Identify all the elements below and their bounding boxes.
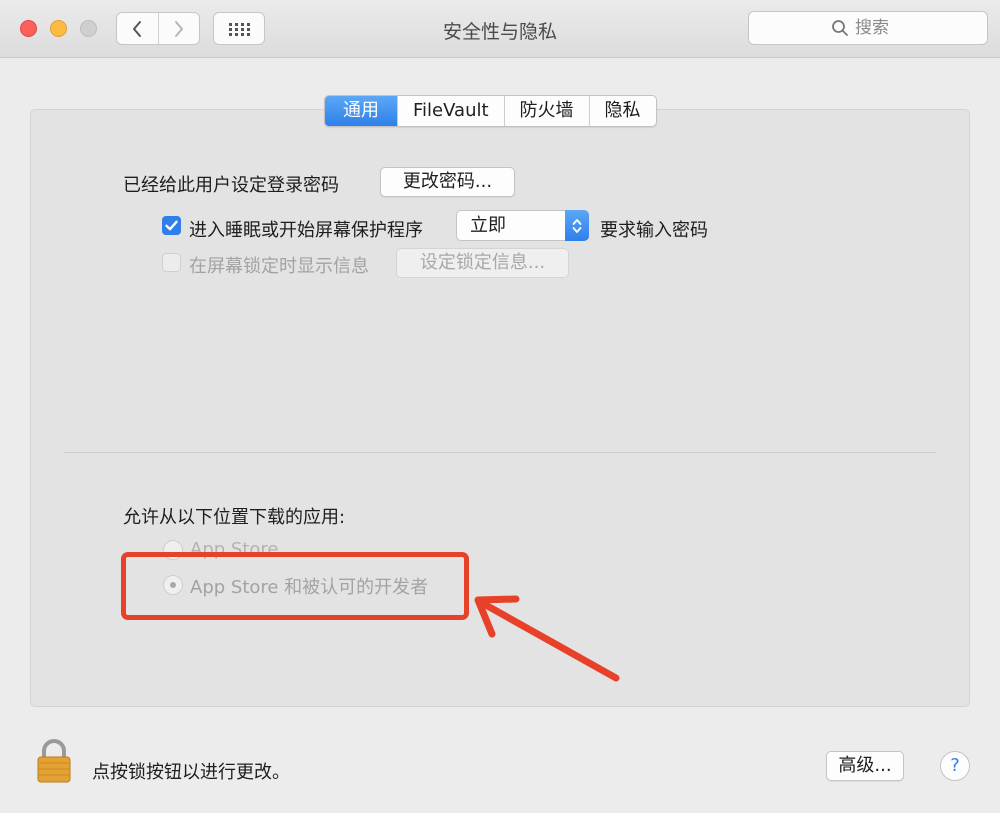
login-password-label: 已经给此用户设定登录密码 xyxy=(123,175,339,196)
require-password-label: 进入睡眠或开始屏幕保护程序 xyxy=(189,220,423,241)
tab-privacy[interactable]: 隐私 xyxy=(588,96,656,126)
require-password-checkbox[interactable] xyxy=(162,216,181,235)
require-password-delay-select[interactable]: 立即 xyxy=(456,210,589,241)
allow-downloads-heading: 允许从以下位置下载的应用: xyxy=(123,507,346,528)
tab-firewall[interactable]: 防火墙 xyxy=(503,96,589,126)
select-value: 立即 xyxy=(470,215,506,236)
show-lock-message-checkbox[interactable] xyxy=(162,253,181,272)
show-lock-message-label: 在屏幕锁定时显示信息 xyxy=(189,256,369,277)
annotation-highlight-box xyxy=(121,552,469,620)
checkmark-icon xyxy=(165,220,178,231)
annotation-arrow-icon xyxy=(474,595,620,682)
help-button[interactable]: ? xyxy=(940,751,970,781)
tab-bar: 通用 FileVault 防火墙 隐私 xyxy=(324,95,657,127)
change-password-button[interactable]: 更改密码... xyxy=(380,167,515,197)
section-divider xyxy=(64,452,936,453)
title-bar: 安全性与隐私 xyxy=(0,0,1000,58)
lock-instructions-label: 点按锁按钮以进行更改。 xyxy=(92,762,290,783)
set-lock-message-button[interactable]: 设定锁定信息... xyxy=(396,248,569,278)
select-arrows-icon xyxy=(565,210,589,241)
lock-icon[interactable] xyxy=(36,738,72,784)
tab-general[interactable]: 通用 xyxy=(325,96,397,126)
tab-filevault[interactable]: FileVault xyxy=(397,96,504,126)
search-field[interactable] xyxy=(748,11,988,45)
require-password-suffix-label: 要求输入密码 xyxy=(600,220,708,241)
advanced-button[interactable]: 高级... xyxy=(826,751,904,781)
search-input[interactable] xyxy=(855,18,905,38)
search-icon xyxy=(832,20,848,36)
